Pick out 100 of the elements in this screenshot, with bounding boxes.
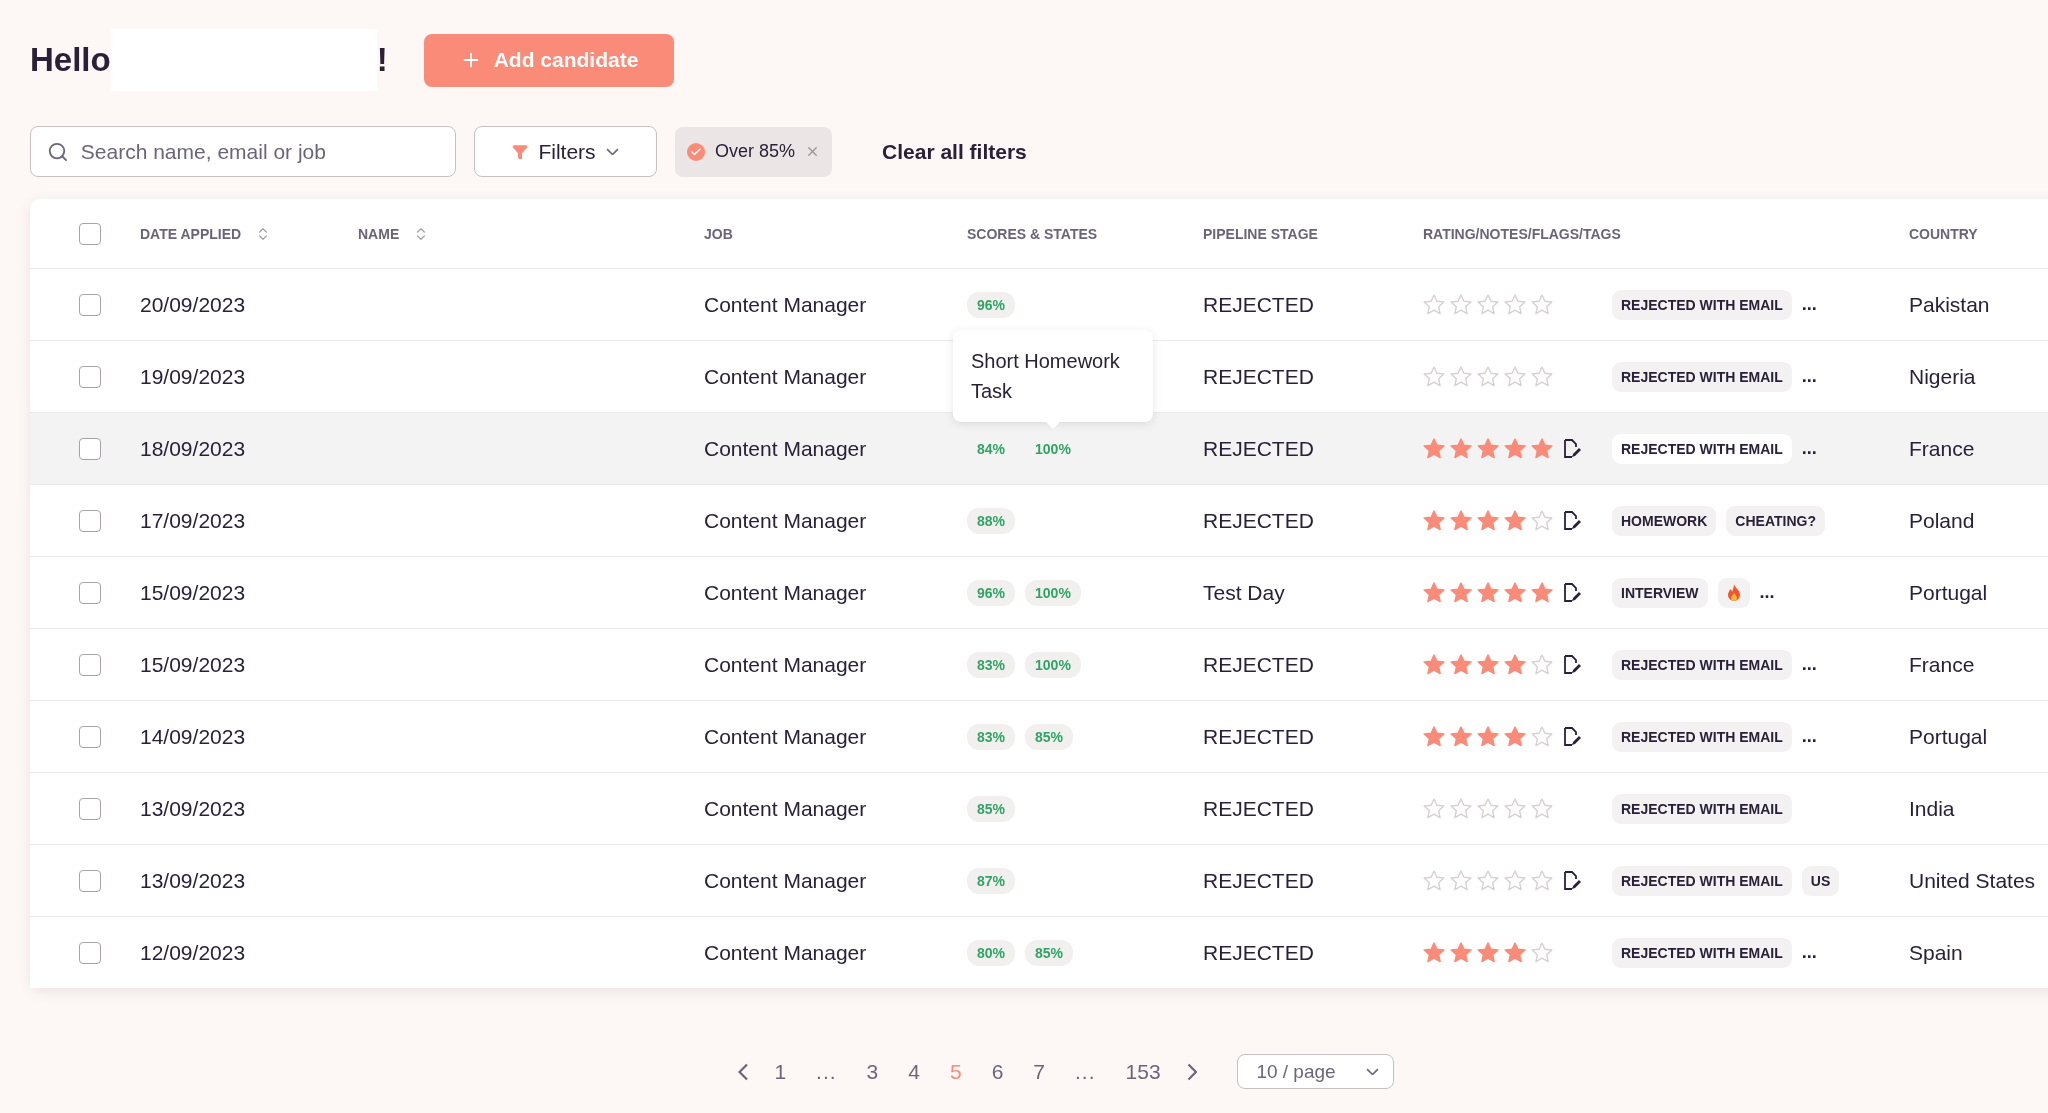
table-row[interactable]: 12/09/2023 Content Manager 80% 85% REJECTED REJECTED WITH EMAIL ... Spain xyxy=(30,917,2048,988)
star-filled-icon[interactable] xyxy=(1531,438,1553,459)
star-outline-icon[interactable] xyxy=(1504,870,1526,891)
row-checkbox[interactable] xyxy=(79,797,101,820)
page-ellipsis[interactable]: ... xyxy=(1071,1059,1100,1084)
table-row[interactable]: 15/09/2023 Content Manager 96% 100% Test Day INTERVIEW ... Portugal xyxy=(30,557,2048,629)
star-outline-icon[interactable] xyxy=(1423,870,1445,891)
star-filled-icon[interactable] xyxy=(1423,726,1445,747)
row-checkbox[interactable] xyxy=(79,653,101,676)
table-row[interactable]: 20/09/2023 Content Manager 96% REJECTED REJECTED WITH EMAIL ... Pakistan xyxy=(30,269,2048,341)
more-tags[interactable]: ... xyxy=(1801,438,1817,459)
star-outline-icon[interactable] xyxy=(1531,798,1553,819)
page-size-select[interactable]: 10 / page xyxy=(1237,1054,1395,1089)
previous-page-button[interactable] xyxy=(737,1062,749,1081)
star-filled-icon[interactable] xyxy=(1477,654,1499,675)
more-tags[interactable]: ... xyxy=(1801,294,1817,315)
page-link[interactable]: 4 xyxy=(904,1059,924,1084)
star-filled-icon[interactable] xyxy=(1477,438,1499,459)
star-outline-icon[interactable] xyxy=(1450,870,1472,891)
star-outline-icon[interactable] xyxy=(1423,366,1445,387)
table-row[interactable]: 14/09/2023 Content Manager 83% 85% REJECTED REJECTED WITH EMAIL ... Portugal xyxy=(30,701,2048,773)
star-filled-icon[interactable] xyxy=(1504,582,1526,603)
star-outline-icon[interactable] xyxy=(1450,366,1472,387)
star-outline-icon[interactable] xyxy=(1423,294,1445,315)
star-outline-icon[interactable] xyxy=(1531,726,1553,747)
note-edit-icon[interactable] xyxy=(1563,438,1581,459)
row-checkbox[interactable] xyxy=(79,581,101,604)
star-outline-icon[interactable] xyxy=(1477,294,1499,315)
star-filled-icon[interactable] xyxy=(1504,654,1526,675)
row-checkbox[interactable] xyxy=(79,365,101,388)
star-filled-icon[interactable] xyxy=(1423,654,1445,675)
more-tags[interactable]: ... xyxy=(1801,654,1817,675)
filters-button[interactable]: Filters xyxy=(474,126,657,177)
page-link[interactable]: 153 xyxy=(1121,1059,1165,1084)
row-checkbox[interactable] xyxy=(79,509,101,532)
star-outline-icon[interactable] xyxy=(1477,366,1499,387)
star-outline-icon[interactable] xyxy=(1504,366,1526,387)
search-input[interactable]: Search name, email or job xyxy=(78,138,439,165)
star-filled-icon[interactable] xyxy=(1477,582,1499,603)
star-filled-icon[interactable] xyxy=(1450,582,1472,603)
star-filled-icon[interactable] xyxy=(1477,726,1499,747)
star-filled-icon[interactable] xyxy=(1423,510,1445,531)
star-filled-icon[interactable] xyxy=(1531,582,1553,603)
next-page-button[interactable] xyxy=(1186,1062,1198,1081)
star-filled-icon[interactable] xyxy=(1423,438,1445,459)
star-outline-icon[interactable] xyxy=(1450,294,1472,315)
star-outline-icon[interactable] xyxy=(1477,798,1499,819)
star-outline-icon[interactable] xyxy=(1477,870,1499,891)
star-filled-icon[interactable] xyxy=(1504,438,1526,459)
row-checkbox[interactable] xyxy=(79,293,101,316)
table-row[interactable]: 17/09/2023 Content Manager 88% REJECTED HOMEWORK CHEATING? Poland xyxy=(30,485,2048,557)
star-outline-icon[interactable] xyxy=(1504,798,1526,819)
star-outline-icon[interactable] xyxy=(1531,510,1553,531)
filter-chip[interactable]: Over 85% xyxy=(675,126,833,177)
table-row[interactable]: 13/09/2023 Content Manager 85% REJECTED REJECTED WITH EMAIL India xyxy=(30,773,2048,845)
note-edit-icon[interactable] xyxy=(1563,726,1581,747)
more-tags[interactable]: ... xyxy=(1801,942,1817,963)
table-row[interactable]: 15/09/2023 Content Manager 83% 100% REJECTED REJECTED WITH EMAIL ... France xyxy=(30,629,2048,701)
star-filled-icon[interactable] xyxy=(1450,510,1472,531)
star-filled-icon[interactable] xyxy=(1450,942,1472,963)
page-link[interactable]: 6 xyxy=(987,1059,1008,1084)
star-outline-icon[interactable] xyxy=(1531,366,1553,387)
note-edit-icon[interactable] xyxy=(1563,654,1581,675)
star-filled-icon[interactable] xyxy=(1423,582,1445,603)
star-filled-icon[interactable] xyxy=(1504,726,1526,747)
star-outline-icon[interactable] xyxy=(1531,942,1553,963)
clear-filters-link[interactable]: Clear all filters xyxy=(882,139,1027,164)
star-filled-icon[interactable] xyxy=(1504,510,1526,531)
note-edit-icon[interactable] xyxy=(1563,582,1581,603)
star-outline-icon[interactable] xyxy=(1423,798,1445,819)
page-link[interactable]: 3 xyxy=(862,1059,883,1084)
star-outline-icon[interactable] xyxy=(1531,294,1553,315)
more-tags[interactable]: ... xyxy=(1759,582,1775,603)
note-edit-icon[interactable] xyxy=(1563,870,1581,891)
note-edit-icon[interactable] xyxy=(1563,510,1581,531)
star-filled-icon[interactable] xyxy=(1450,438,1472,459)
row-checkbox[interactable] xyxy=(79,725,101,748)
star-filled-icon[interactable] xyxy=(1477,942,1499,963)
star-filled-icon[interactable] xyxy=(1450,726,1472,747)
score-label: 88% xyxy=(967,507,1016,534)
page-link[interactable]: 7 xyxy=(1029,1059,1050,1084)
star-filled-icon[interactable] xyxy=(1504,942,1526,963)
star-filled-icon[interactable] xyxy=(1477,510,1499,531)
table-row[interactable]: 13/09/2023 Content Manager 87% REJECTED REJECTED WITH EMAIL US United States xyxy=(30,845,2048,917)
star-outline-icon[interactable] xyxy=(1531,870,1553,891)
row-checkbox[interactable] xyxy=(79,437,101,460)
star-outline-icon[interactable] xyxy=(1504,294,1526,315)
star-filled-icon[interactable] xyxy=(1423,942,1445,963)
search-field[interactable]: Search name, email or job xyxy=(30,126,456,177)
star-filled-icon[interactable] xyxy=(1450,654,1472,675)
select-all-checkbox[interactable] xyxy=(79,222,101,245)
date-cell: 20/09/2023 xyxy=(140,292,246,317)
more-tags[interactable]: ... xyxy=(1801,366,1817,387)
page-ellipsis[interactable]: ... xyxy=(812,1059,841,1084)
row-checkbox[interactable] xyxy=(79,941,101,964)
star-outline-icon[interactable] xyxy=(1450,798,1472,819)
row-checkbox[interactable] xyxy=(79,869,101,892)
more-tags[interactable]: ... xyxy=(1801,726,1817,747)
star-outline-icon[interactable] xyxy=(1531,654,1553,675)
page-link[interactable]: 1 xyxy=(770,1059,791,1084)
